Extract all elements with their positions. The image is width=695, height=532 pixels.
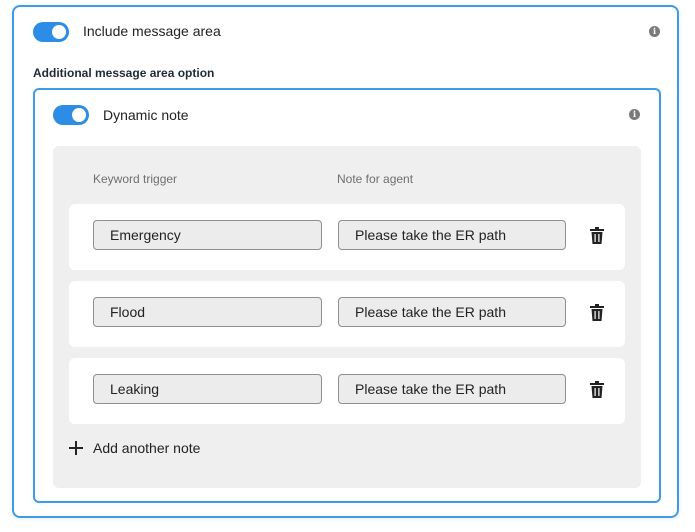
note-row: Leaking Please take the ER path [69,358,625,424]
dynamic-note-toggle[interactable] [53,105,89,125]
trash-icon[interactable] [590,381,604,398]
info-icon[interactable]: i [629,109,640,120]
keyword-trigger-input[interactable]: Emergency [93,220,322,250]
dynamic-note-card: Dynamic note i Keyword trigger Note for … [33,88,661,503]
plus-icon [69,441,83,455]
keyword-trigger-header: Keyword trigger [93,172,178,186]
message-area-card: Include message area i Additional messag… [12,5,679,518]
keyword-trigger-input[interactable]: Flood [93,297,322,327]
trash-icon[interactable] [590,304,604,321]
note-for-agent-input[interactable]: Please take the ER path [338,220,566,250]
include-message-area-label: Include message area [83,23,221,39]
add-another-note-label: Add another note [93,440,201,456]
include-message-area-toggle[interactable] [33,22,69,42]
dynamic-note-label: Dynamic note [103,107,189,123]
toggle-knob [52,25,66,39]
notes-panel: Keyword trigger Note for agent Emergency… [53,146,641,488]
note-for-agent-header: Note for agent [337,172,414,186]
note-row: Flood Please take the ER path [69,281,625,347]
toggle-knob [72,108,86,122]
keyword-trigger-input[interactable]: Leaking [93,374,322,404]
trash-icon[interactable] [590,227,604,244]
note-for-agent-input[interactable]: Please take the ER path [338,297,566,327]
note-for-agent-input[interactable]: Please take the ER path [338,374,566,404]
info-icon[interactable]: i [649,26,660,37]
note-row: Emergency Please take the ER path [69,204,625,270]
additional-option-label: Additional message area option [33,66,215,80]
